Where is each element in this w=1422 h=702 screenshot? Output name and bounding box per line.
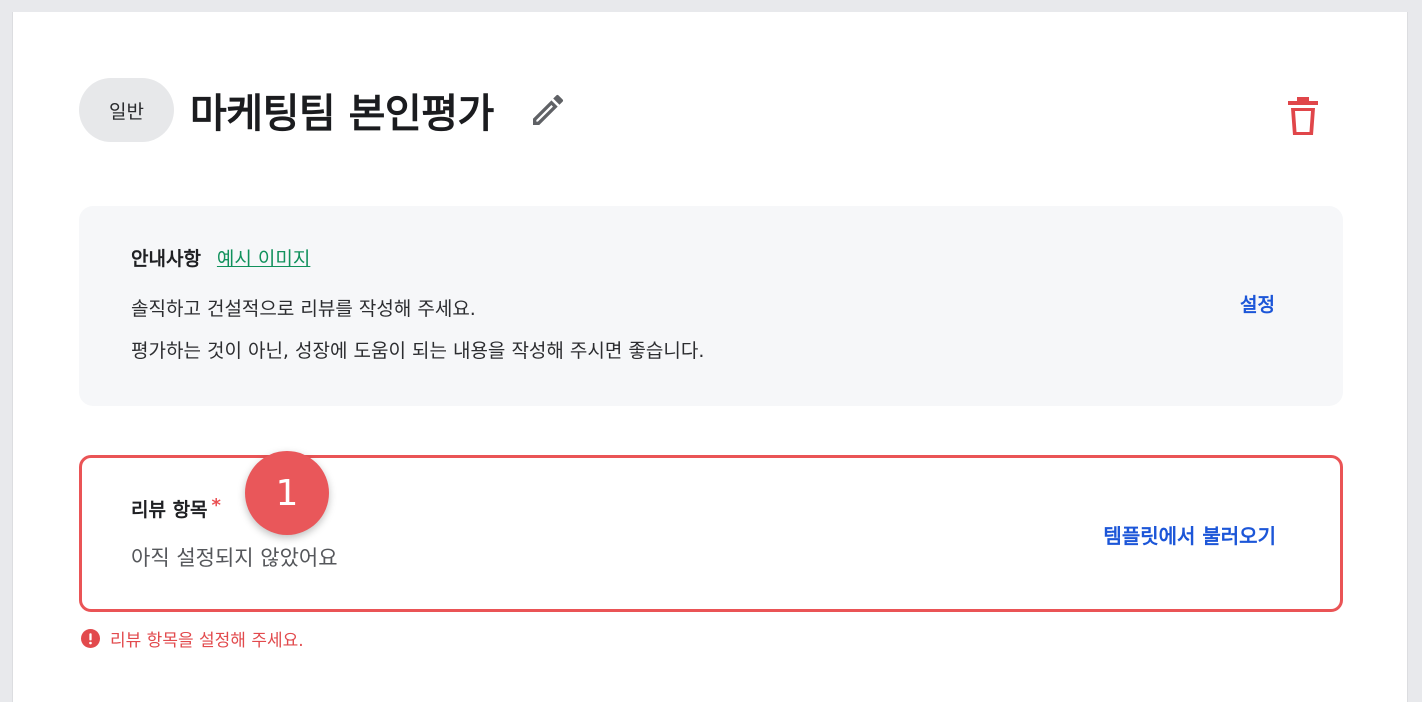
notice-panel: 안내사항 예시 이미지 솔직하고 건설적으로 리뷰를 작성해 주세요. 평가하는…: [79, 206, 1343, 406]
load-from-template-button[interactable]: 템플릿에서 불러오기: [1103, 520, 1276, 549]
review-items-label-group: 리뷰 항목 *: [131, 495, 221, 522]
notice-line-1: 솔직하고 건설적으로 리뷰를 작성해 주세요.: [131, 298, 476, 320]
evaluation-card: 일반 마케팅팀 본인평가 안내사항 예시 이미지 솔직하고 건설적으로 리뷰를 …: [12, 12, 1408, 702]
step-marker: 1: [245, 451, 329, 535]
error-message-text: 리뷰 항목을 설정해 주세요.: [110, 631, 304, 651]
notice-line-2: 평가하는 것이 아닌, 성장에 도움이 되는 내용을 작성해 주시면 좋습니다.: [131, 340, 705, 362]
edit-title-button[interactable]: [528, 90, 568, 130]
notice-header: 안내사항 예시 이미지: [131, 244, 310, 271]
page-title: 마케팅팀 본인평가: [190, 91, 494, 137]
pencil-icon: [532, 94, 563, 125]
page-header: 일반 마케팅팀 본인평가: [79, 78, 568, 142]
required-mark: *: [211, 495, 221, 516]
error-message: 리뷰 항목을 설정해 주세요.: [81, 626, 304, 651]
notice-label: 안내사항: [131, 248, 201, 270]
type-badge: 일반: [79, 78, 174, 142]
exclamation-circle-icon: [81, 629, 100, 648]
review-items-label: 리뷰 항목: [131, 499, 208, 521]
delete-button[interactable]: [1283, 96, 1323, 138]
example-image-link[interactable]: 예시 이미지: [217, 244, 310, 271]
review-items-empty-text: 아직 설정되지 않았어요: [131, 546, 338, 570]
trash-icon: [1288, 97, 1318, 135]
notice-settings-button[interactable]: 설정: [1240, 290, 1275, 317]
